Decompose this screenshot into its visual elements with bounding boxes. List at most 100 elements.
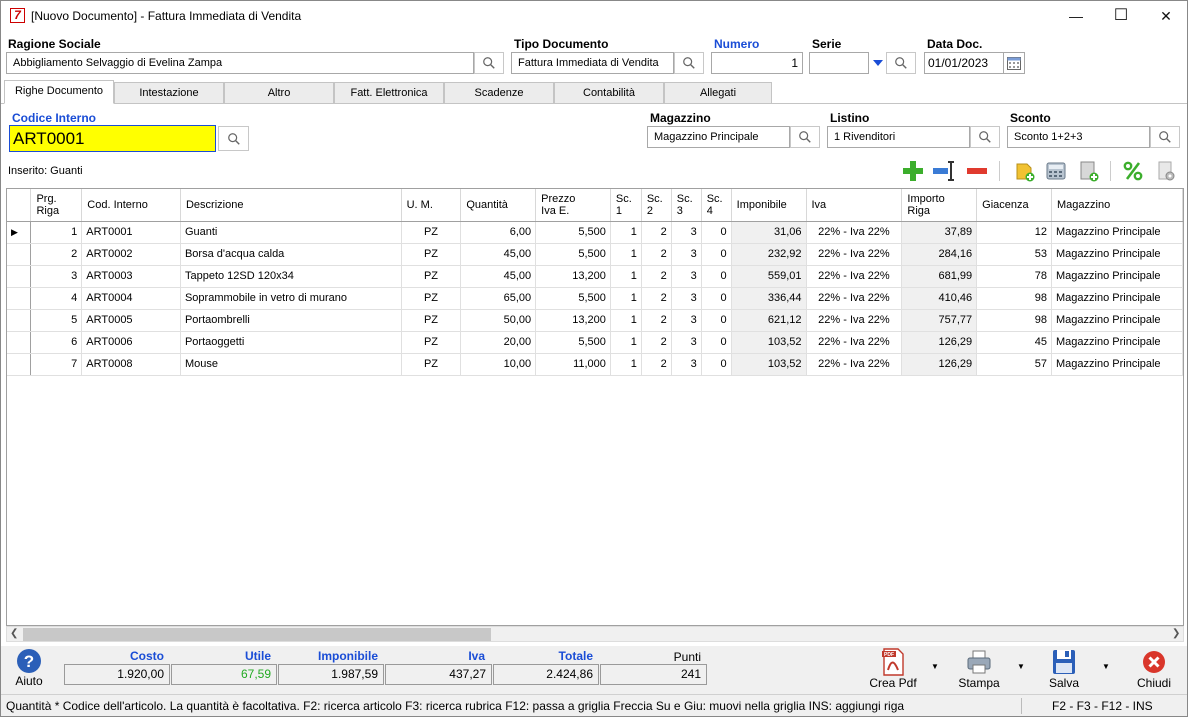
settings-page-button[interactable] xyxy=(1154,159,1178,183)
salva-dropdown[interactable]: ▼ xyxy=(1102,662,1110,671)
table-cell[interactable]: 13,200 xyxy=(535,265,611,288)
table-cell[interactable]: ART0005 xyxy=(81,309,181,332)
sconto-search-button[interactable] xyxy=(1150,126,1180,148)
table-cell[interactable]: 4 xyxy=(30,287,83,310)
listino-field[interactable]: 1 Rivenditori xyxy=(827,126,970,148)
col-cod-interno[interactable]: Cod. Interno xyxy=(81,189,181,222)
table-cell[interactable]: 22% - Iva 22% xyxy=(806,243,903,266)
codice-interno-input[interactable]: ART0001 xyxy=(9,125,216,152)
table-cell[interactable]: 98 xyxy=(976,309,1052,332)
table-cell[interactable]: 126,29 xyxy=(901,353,978,376)
table-cell[interactable]: 2 xyxy=(641,287,672,310)
row-selector[interactable] xyxy=(7,243,32,266)
scroll-left-arrow[interactable]: ❮ xyxy=(10,628,18,639)
table-cell[interactable]: 5 xyxy=(30,309,83,332)
col-giacenza[interactable]: Giacenza xyxy=(976,189,1052,222)
calendar-button[interactable] xyxy=(1004,52,1025,74)
table-cell[interactable]: ART0004 xyxy=(81,287,181,310)
table-cell[interactable]: 1 xyxy=(610,287,642,310)
table-cell[interactable]: PZ xyxy=(401,265,462,288)
righe-grid[interactable]: Prg. Riga Cod. Interno Descrizione U. M. … xyxy=(6,188,1184,626)
row-selector[interactable] xyxy=(7,287,32,310)
table-cell[interactable]: 22% - Iva 22% xyxy=(806,353,903,376)
col-importo-riga[interactable]: Importo Riga xyxy=(901,189,978,222)
table-cell[interactable]: 31,06 xyxy=(731,221,807,244)
table-cell[interactable]: 3 xyxy=(671,265,702,288)
tab-altro[interactable]: Altro xyxy=(224,82,334,104)
col-sc3[interactable]: Sc. 3 xyxy=(671,189,702,222)
table-cell[interactable]: 2 xyxy=(641,221,672,244)
table-cell[interactable]: 3 xyxy=(671,287,702,310)
table-cell[interactable]: 126,29 xyxy=(901,331,978,354)
table-cell[interactable]: 6,00 xyxy=(460,221,537,244)
chiudi-button[interactable]: Chiudi xyxy=(1124,648,1184,690)
table-cell[interactable]: PZ xyxy=(401,353,462,376)
table-cell[interactable]: 37,89 xyxy=(901,221,978,244)
table-cell[interactable]: 2 xyxy=(641,265,672,288)
row-selector[interactable]: ▶ xyxy=(7,221,32,244)
table-cell[interactable]: 0 xyxy=(701,309,732,332)
table-cell[interactable]: 5,500 xyxy=(535,243,611,266)
table-cell[interactable]: 757,77 xyxy=(901,309,978,332)
table-cell[interactable]: 98 xyxy=(976,287,1052,310)
table-cell[interactable]: ART0008 xyxy=(81,353,181,376)
table-cell[interactable]: 78 xyxy=(976,265,1052,288)
tab-righe-documento[interactable]: Righe Documento xyxy=(4,80,114,104)
col-sc1[interactable]: Sc. 1 xyxy=(610,189,642,222)
aiuto-button[interactable]: ? Aiuto xyxy=(9,648,49,688)
table-cell[interactable]: 232,92 xyxy=(731,243,807,266)
table-cell[interactable]: 621,12 xyxy=(731,309,807,332)
tipo-documento-search-button[interactable] xyxy=(674,52,704,74)
row-selector[interactable] xyxy=(7,265,32,288)
table-row[interactable]: 3 ART0003 Tappeto 12SD 120x34 PZ 45,00 13,200… xyxy=(7,265,1183,288)
maximize-button[interactable]: ☐ xyxy=(1098,1,1144,31)
tab-fatt-elettronica[interactable]: Fatt. Elettronica xyxy=(334,82,444,104)
minimize-button[interactable]: — xyxy=(1053,1,1099,31)
table-cell[interactable]: 336,44 xyxy=(731,287,807,310)
table-row[interactable]: 6 ART0006 Portaoggetti PZ 20,00 5,500 1 2 3 0 103,… xyxy=(7,331,1183,354)
table-cell[interactable]: 10,00 xyxy=(460,353,537,376)
table-cell[interactable]: 5,500 xyxy=(535,331,611,354)
table-cell[interactable]: 3 xyxy=(30,265,83,288)
table-cell[interactable]: 1 xyxy=(610,353,642,376)
table-cell[interactable]: 6 xyxy=(30,331,83,354)
table-cell[interactable]: 22% - Iva 22% xyxy=(806,309,903,332)
ragione-sociale-search-button[interactable] xyxy=(474,52,504,74)
table-cell[interactable]: 0 xyxy=(701,221,732,244)
table-cell[interactable]: 3 xyxy=(671,221,702,244)
table-cell[interactable]: 5,500 xyxy=(535,221,611,244)
table-cell[interactable]: ART0003 xyxy=(81,265,181,288)
table-cell[interactable]: Magazzino Principale xyxy=(1051,309,1183,332)
scroll-right-arrow[interactable]: ❯ xyxy=(1172,628,1180,639)
table-cell[interactable]: Magazzino Principale xyxy=(1051,243,1183,266)
table-cell[interactable]: 3 xyxy=(671,243,702,266)
row-selector[interactable] xyxy=(7,309,32,332)
table-cell[interactable]: 12 xyxy=(976,221,1052,244)
col-descrizione[interactable]: Descrizione xyxy=(180,189,402,222)
table-cell[interactable]: 22% - Iva 22% xyxy=(806,331,903,354)
table-cell[interactable]: 1 xyxy=(610,265,642,288)
table-cell[interactable]: Mouse xyxy=(180,353,402,376)
table-cell[interactable]: 559,01 xyxy=(731,265,807,288)
table-cell[interactable]: PZ xyxy=(401,287,462,310)
crea-pdf-button[interactable]: PDF Crea Pdf xyxy=(863,648,923,690)
data-doc-field[interactable]: 01/01/2023 xyxy=(924,52,1004,74)
table-cell[interactable]: 45,00 xyxy=(460,265,537,288)
serie-search-button[interactable] xyxy=(886,52,916,74)
table-cell[interactable]: 22% - Iva 22% xyxy=(806,221,903,244)
table-cell[interactable]: PZ xyxy=(401,309,462,332)
table-cell[interactable]: 0 xyxy=(701,287,732,310)
table-cell[interactable]: ART0001 xyxy=(81,221,181,244)
table-cell[interactable]: 3 xyxy=(671,331,702,354)
codice-search-button[interactable] xyxy=(218,126,249,151)
numero-field[interactable]: 1 xyxy=(711,52,803,74)
table-cell[interactable]: 1 xyxy=(610,331,642,354)
table-cell[interactable]: Magazzino Principale xyxy=(1051,287,1183,310)
table-cell[interactable]: 284,16 xyxy=(901,243,978,266)
table-cell[interactable]: 2 xyxy=(641,353,672,376)
table-cell[interactable]: 103,52 xyxy=(731,353,807,376)
table-cell[interactable]: Magazzino Principale xyxy=(1051,331,1183,354)
table-cell[interactable]: Soprammobile in vetro di murano xyxy=(180,287,402,310)
tab-intestazione[interactable]: Intestazione xyxy=(114,82,224,104)
listino-search-button[interactable] xyxy=(970,126,1000,148)
